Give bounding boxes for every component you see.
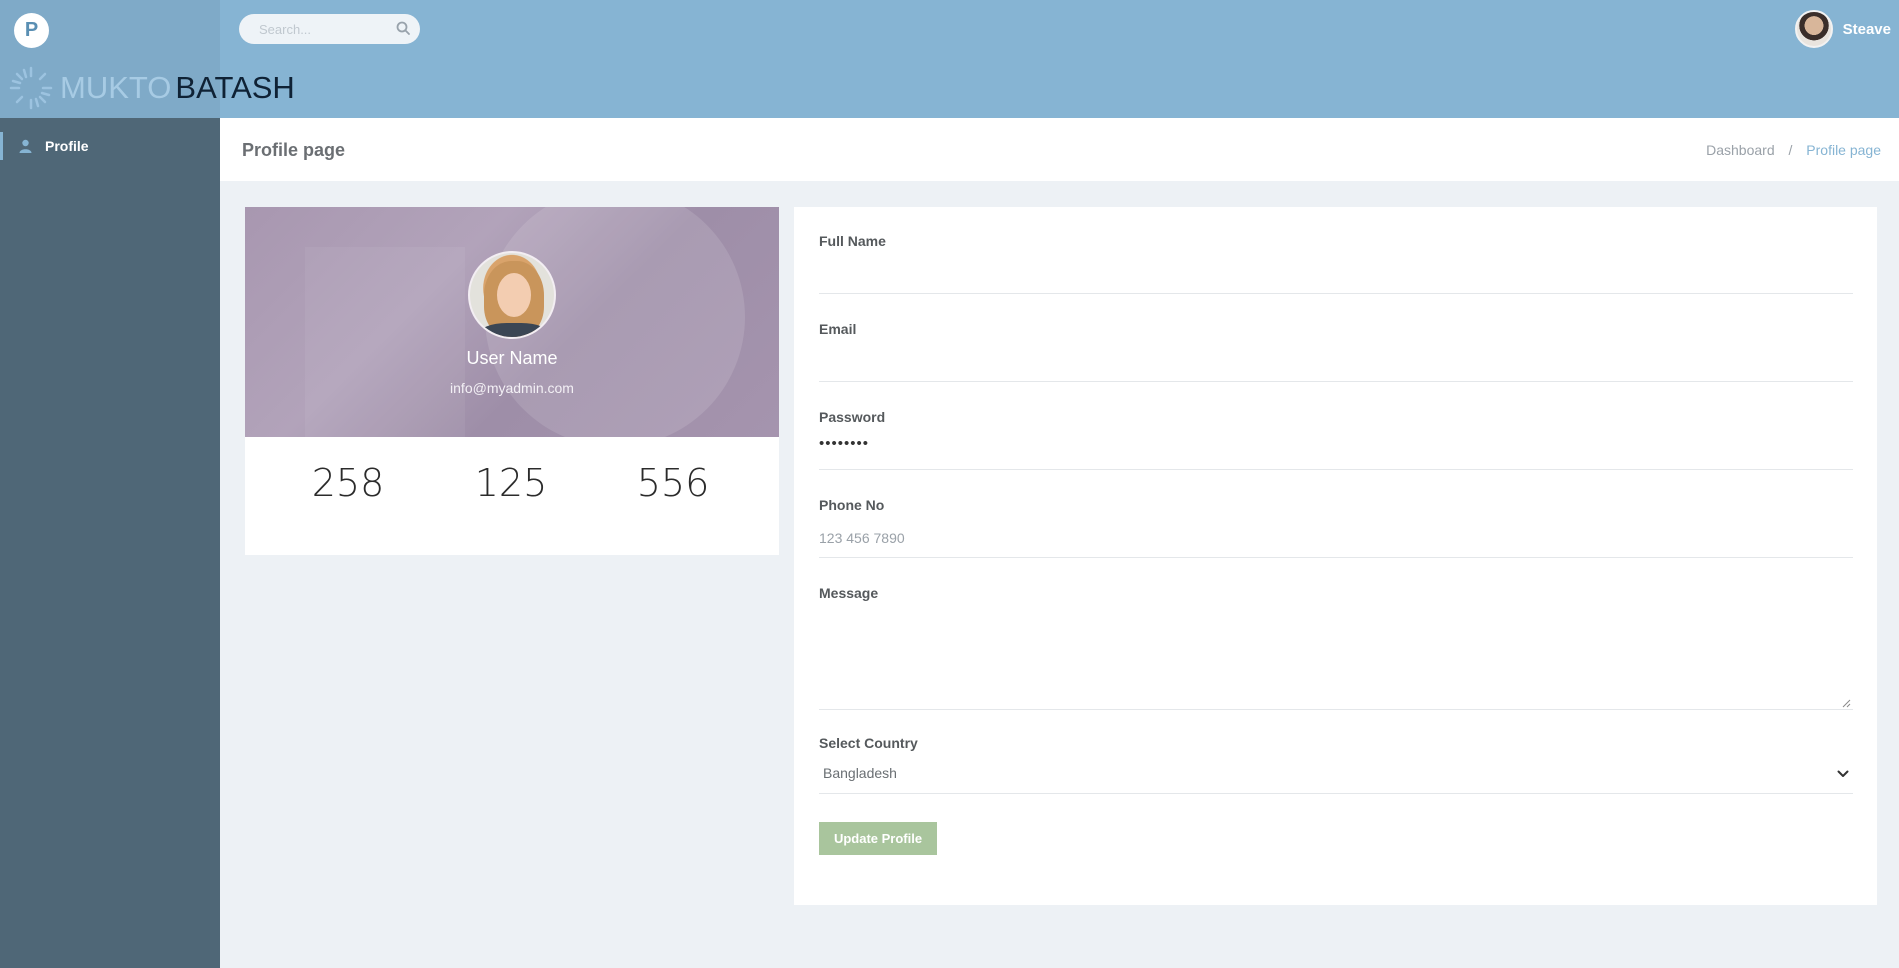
stat-value: 556 xyxy=(636,461,710,505)
message-field[interactable]: Message xyxy=(819,585,1853,710)
country-select[interactable]: Bangladesh xyxy=(823,765,897,781)
password-label: Password xyxy=(819,409,886,425)
field-underline xyxy=(819,381,1853,382)
sun-logo-icon xyxy=(9,66,53,110)
sidebar-item-label: Profile xyxy=(45,138,89,154)
page-title: Profile page xyxy=(242,140,346,160)
breadcrumb-current: Profile page xyxy=(1806,142,1881,158)
logo-badge[interactable]: P xyxy=(14,13,49,48)
country-field[interactable]: Select Country Bangladesh xyxy=(819,735,1853,794)
phone-input[interactable]: 123 456 7890 xyxy=(819,530,905,546)
password-field[interactable]: Password •••••••• xyxy=(819,409,1853,470)
brand-name-part1: MUKTO xyxy=(60,70,172,105)
search-input[interactable] xyxy=(259,20,389,38)
profile-cover: User Name info@myadmin.com xyxy=(245,207,779,437)
search-box xyxy=(239,14,420,44)
topbar: P MUKTO BATASH Search... Steave xyxy=(0,0,1899,118)
update-profile-button[interactable]: Update Profile xyxy=(819,822,937,855)
message-label: Message xyxy=(819,585,879,601)
full-name-label: Full Name xyxy=(819,233,886,249)
profile-avatar xyxy=(468,251,556,339)
full-name-field[interactable]: Full Name xyxy=(819,233,1853,294)
profile-form: Full Name Email Password •••••••• Phone … xyxy=(794,207,1877,905)
breadcrumb-dashboard[interactable]: Dashboard xyxy=(1706,142,1775,158)
stat-value: 258 xyxy=(311,461,385,505)
field-underline xyxy=(819,293,1853,294)
field-underline xyxy=(819,793,1853,794)
breadcrumb: Dashboard / Profile page xyxy=(1706,142,1881,158)
avatar-shirt xyxy=(478,323,550,337)
profile-stats: 258 125 556 xyxy=(245,461,779,511)
user-name[interactable]: Steave xyxy=(1843,21,1891,38)
phone-label: Phone No xyxy=(819,497,885,513)
sidebar: Profile xyxy=(0,118,220,968)
profile-email: info@myadmin.com xyxy=(450,380,574,396)
country-label: Select Country xyxy=(819,735,918,751)
logo-area: P MUKTO BATASH xyxy=(0,0,295,118)
search-icon[interactable] xyxy=(395,20,412,37)
avatar-face xyxy=(497,273,531,317)
email-label: Email xyxy=(819,321,857,337)
brand-logo[interactable]: MUKTO BATASH xyxy=(4,64,295,112)
profile-card: User Name info@myadmin.com 258 125 556 xyxy=(245,207,779,555)
user-icon xyxy=(19,139,32,153)
field-underline xyxy=(819,557,1853,558)
chevron-down-icon[interactable] xyxy=(1837,770,1849,778)
phone-field[interactable]: Phone No 123 456 7890 xyxy=(819,497,1853,558)
breadcrumb-separator: / xyxy=(1788,142,1793,158)
user-menu[interactable]: Steave xyxy=(1794,10,1891,48)
email-field[interactable]: Email xyxy=(819,321,1853,382)
password-input[interactable]: •••••••• xyxy=(819,435,869,452)
resize-handle-icon[interactable] xyxy=(1842,699,1851,708)
avatar[interactable] xyxy=(1794,10,1833,48)
page-header: Profile page Dashboard / Profile page xyxy=(220,118,1899,181)
stat-value: 125 xyxy=(474,461,548,505)
field-underline xyxy=(819,469,1853,470)
profile-name: User Name xyxy=(466,348,558,368)
brand-name-part2: BATASH xyxy=(175,70,295,105)
field-underline xyxy=(819,709,1853,710)
sidebar-item-profile[interactable]: Profile xyxy=(0,132,220,160)
cover-decoration xyxy=(305,247,465,437)
